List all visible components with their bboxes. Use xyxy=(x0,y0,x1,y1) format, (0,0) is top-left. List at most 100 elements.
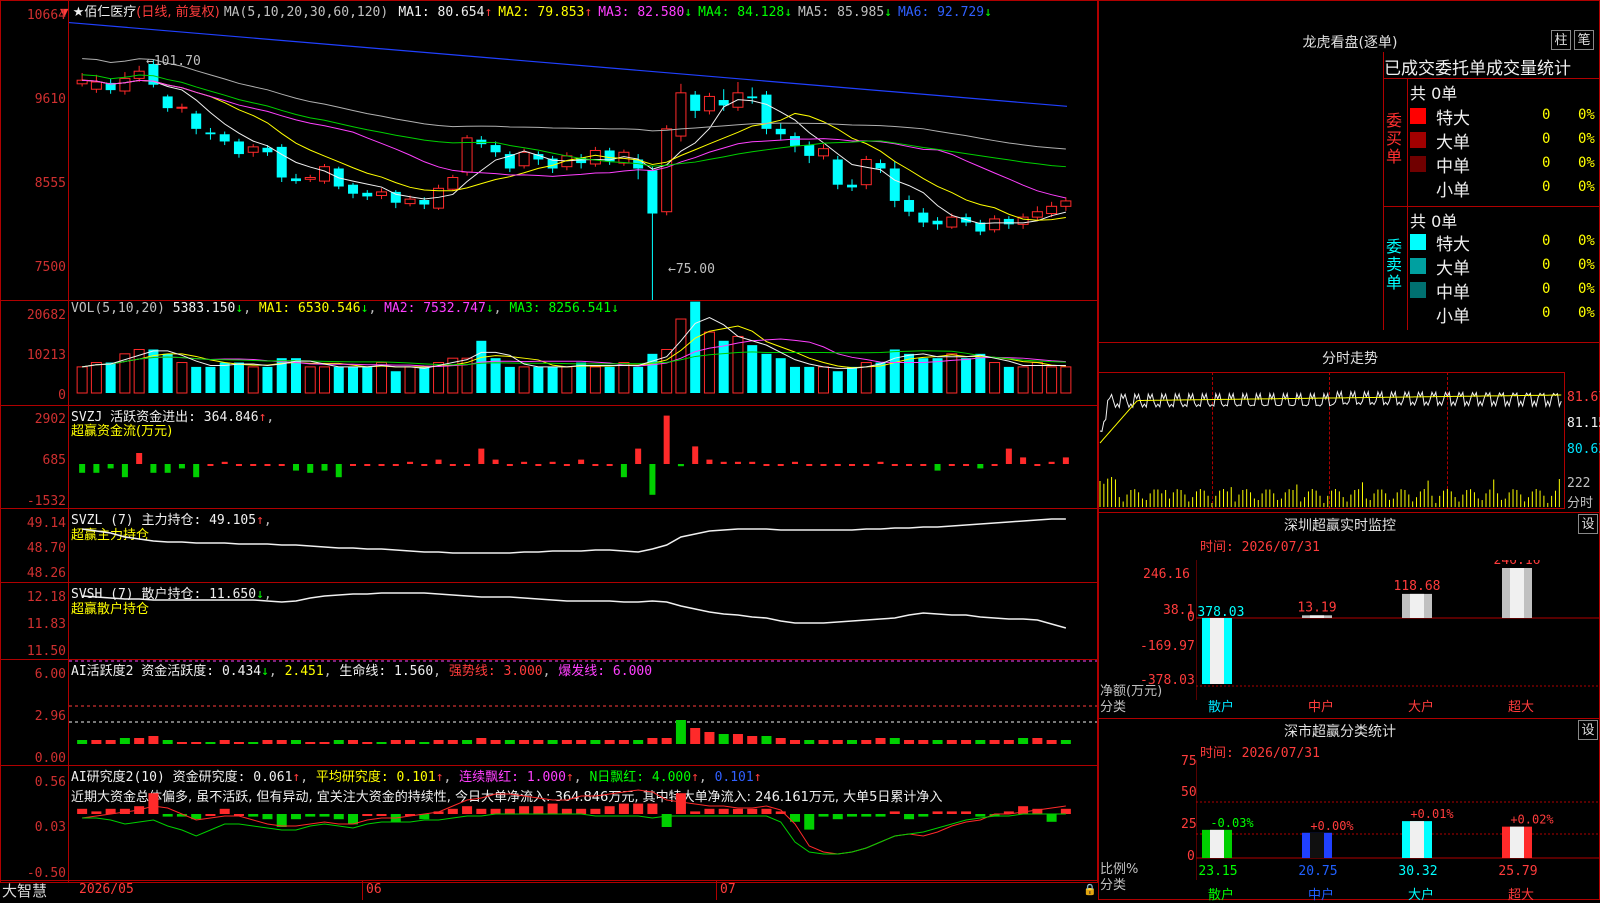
candle-body xyxy=(875,163,886,169)
szc-change-label: -0.03% xyxy=(1210,816,1254,830)
research-bar xyxy=(889,811,900,814)
candle-body xyxy=(904,200,915,212)
research-bar xyxy=(376,814,387,816)
flow-bar xyxy=(193,464,200,478)
sell-row-label: 中单 xyxy=(1436,283,1470,303)
price-chart[interactable] xyxy=(69,0,1097,300)
research-bar xyxy=(732,808,743,814)
flow-bar xyxy=(335,464,342,478)
volume-chart[interactable] xyxy=(69,301,1097,405)
date-label-may: 2026/05 xyxy=(79,882,134,897)
research-bar xyxy=(747,808,758,814)
research-bar xyxy=(205,814,216,816)
flow-bar xyxy=(121,464,128,478)
flow-bar xyxy=(906,464,913,466)
flow-bar xyxy=(321,464,328,471)
volume-bar xyxy=(76,366,88,394)
buy-swatch-1 xyxy=(1410,108,1426,124)
flow-bar xyxy=(891,464,898,466)
activity-bar xyxy=(661,738,672,744)
volume-bar xyxy=(176,362,188,394)
ai-research-chart[interactable] xyxy=(69,766,1097,880)
buy-row-pct: 0% xyxy=(1578,131,1595,147)
candle-body xyxy=(290,178,301,182)
szc-axis-1: 50 xyxy=(1181,785,1197,800)
szc-bar-highlight xyxy=(1310,832,1324,858)
svsh-axis-bot: 11.50 xyxy=(26,644,66,659)
svzl-chart[interactable] xyxy=(69,509,1097,582)
intraday-chart[interactable] xyxy=(1099,373,1565,508)
lock-icon[interactable]: 🔒 xyxy=(1083,883,1097,896)
flow-bar xyxy=(749,461,756,464)
tick-mode-button[interactable]: 笔 xyxy=(1574,30,1594,50)
activity-bar xyxy=(1060,740,1071,744)
szm-bar-group xyxy=(1302,615,1332,618)
fenshi-axis-2: 81.15 xyxy=(1567,416,1600,431)
high-price-label: ←101.70 xyxy=(146,54,201,69)
activity-bar xyxy=(105,740,116,744)
volume-bar xyxy=(633,366,644,393)
flow-bar xyxy=(592,464,599,466)
research-bar xyxy=(476,808,487,814)
activity-bar xyxy=(975,740,986,744)
flow-bar xyxy=(834,464,841,466)
volume-bar xyxy=(162,353,173,393)
volume-bar xyxy=(718,340,729,393)
flow-bar xyxy=(1005,448,1012,464)
activity-bar xyxy=(904,740,915,744)
activity-bar xyxy=(419,742,430,744)
candle-body xyxy=(932,220,943,225)
szc-bar-highlight xyxy=(1210,829,1224,858)
candle-body xyxy=(1003,218,1014,225)
szc-category-label: 散户 xyxy=(1208,888,1235,903)
vol-axis-top: 20682 xyxy=(26,308,66,323)
sz-monitor-settings-button[interactable]: 设 xyxy=(1578,514,1598,534)
volume-bar xyxy=(304,366,316,394)
research-bar xyxy=(519,806,530,814)
flow-bar xyxy=(963,464,970,466)
bar-mode-button[interactable]: 柱 xyxy=(1551,30,1571,50)
flow-bar xyxy=(164,464,171,473)
sell-row-value: 0 xyxy=(1542,257,1551,273)
flow-bar xyxy=(150,464,157,473)
activity-bar xyxy=(732,734,743,744)
candle-body xyxy=(661,128,673,213)
research-bar xyxy=(1060,808,1071,814)
sz-class-settings-button[interactable]: 设 xyxy=(1578,720,1598,740)
szm-bar-group xyxy=(1502,568,1532,618)
sz-class-chart[interactable]: -0.03% 23.15 +0.00% 20.75 +0.01% 30.32 +0.02% 2… xyxy=(1196,760,1600,880)
research-bar xyxy=(561,808,572,814)
flow-bar xyxy=(250,464,257,466)
candle-body xyxy=(176,106,188,109)
szc-bar-highlight xyxy=(1410,821,1424,858)
fenshi-title: 分时走势 xyxy=(1322,351,1378,367)
flow-bar xyxy=(478,448,485,464)
flow-bar xyxy=(806,464,813,466)
szm-bar-highlight xyxy=(1210,618,1224,684)
ma10-line xyxy=(82,79,1066,221)
flow-bar xyxy=(407,461,414,464)
activity-bar xyxy=(561,740,572,744)
flow-bar xyxy=(777,464,784,466)
candle-body xyxy=(589,149,601,165)
research-bar xyxy=(91,811,102,814)
svsh-chart[interactable] xyxy=(69,583,1097,659)
sz-monitor-chart[interactable]: -378.03 13.19 118.68 246.16 xyxy=(1196,560,1600,700)
candle-body xyxy=(404,198,416,205)
candle-body xyxy=(860,158,872,186)
flow-bar xyxy=(578,459,585,464)
buy-total: 共 0单 xyxy=(1410,84,1458,103)
ai-activity-chart[interactable] xyxy=(69,660,1097,765)
candle-body xyxy=(804,145,815,156)
flow-bar xyxy=(720,461,727,464)
flow-bar xyxy=(863,464,870,466)
sz-monitor-title: 深圳超赢实时监控 xyxy=(1284,518,1396,534)
flow-bar xyxy=(93,464,100,473)
svzj-chart[interactable] xyxy=(69,406,1097,508)
candle-body xyxy=(447,176,459,190)
szc-value-label: 25.79 xyxy=(1498,864,1537,879)
szm-value-label: -378.03 xyxy=(1196,605,1244,620)
sz-class-time: 时间: 2026/07/31 xyxy=(1200,746,1320,761)
volume-bar xyxy=(504,366,515,393)
sell-swatch-3 xyxy=(1410,282,1426,298)
